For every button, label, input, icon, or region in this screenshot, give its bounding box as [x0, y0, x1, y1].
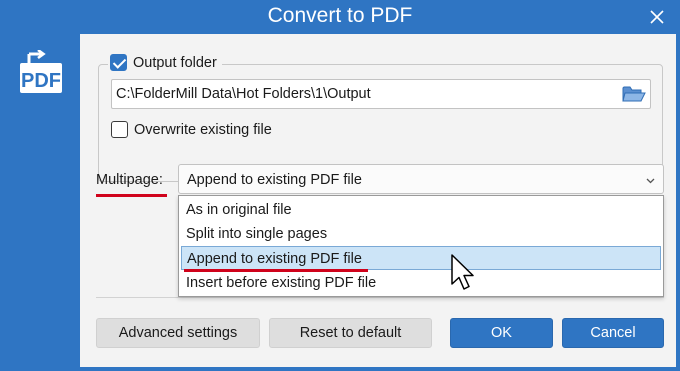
dialog-content: Output folder C:\FolderMill Data\Hot Fol…	[80, 34, 676, 367]
multipage-select[interactable]: Append to existing PDF file	[178, 164, 664, 194]
close-icon[interactable]	[646, 6, 668, 28]
folder-open-icon[interactable]	[622, 84, 646, 104]
output-folder-label: Output folder	[133, 54, 217, 71]
output-path-input[interactable]: C:\FolderMill Data\Hot Folders\1\Output	[111, 79, 651, 109]
overwrite-label: Overwrite existing file	[134, 121, 272, 138]
multipage-label-underline	[96, 194, 167, 197]
multipage-selected-value: Append to existing PDF file	[187, 172, 362, 188]
chevron-down-icon	[646, 178, 655, 184]
cancel-button[interactable]: Cancel	[562, 318, 664, 348]
pdf-convert-logo-icon: PDF	[20, 50, 62, 93]
sidebar: PDF	[0, 34, 80, 371]
output-path-value: C:\FolderMill Data\Hot Folders\1\Output	[116, 86, 371, 102]
output-folder-option[interactable]: Output folder	[108, 54, 222, 71]
ok-button[interactable]: OK	[450, 318, 553, 348]
dropdown-option-highlighted[interactable]: Append to existing PDF file	[181, 246, 661, 270]
dropdown-option[interactable]: Split into single pages	[181, 222, 661, 246]
separator	[96, 297, 664, 298]
mouse-pointer-icon	[451, 254, 474, 290]
advanced-settings-button[interactable]: Advanced settings	[96, 318, 260, 348]
highlighted-option-underline	[184, 269, 368, 272]
overwrite-option[interactable]: Overwrite existing file	[111, 121, 272, 138]
convert-to-pdf-window: Convert to PDF PDF Output folder C:\Fold…	[0, 0, 680, 371]
dropdown-option[interactable]: Insert before existing PDF file	[181, 271, 661, 295]
output-folder-checkbox[interactable]	[110, 54, 127, 71]
window-title: Convert to PDF	[267, 4, 413, 27]
reset-to-default-button[interactable]: Reset to default	[269, 318, 432, 348]
multipage-dropdown-list: As in original file Split into single pa…	[178, 195, 664, 297]
dropdown-option[interactable]: As in original file	[181, 198, 661, 222]
multipage-label: Multipage:	[96, 172, 163, 188]
overwrite-checkbox[interactable]	[111, 121, 128, 138]
svg-text:PDF: PDF	[21, 70, 61, 92]
title-bar[interactable]: Convert to PDF	[0, 0, 680, 34]
